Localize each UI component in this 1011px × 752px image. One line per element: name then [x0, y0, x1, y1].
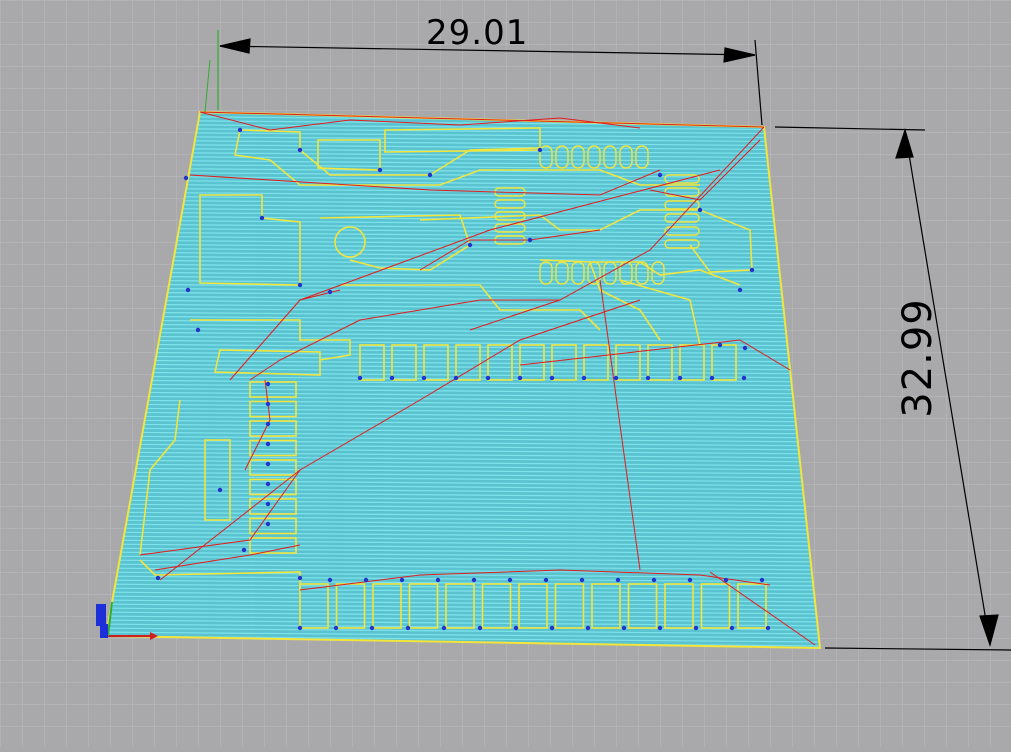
drill-point — [765, 625, 771, 631]
drill-point — [155, 575, 161, 581]
drill-point — [741, 375, 747, 381]
pcb-board — [104, 110, 822, 650]
drill-point — [265, 461, 271, 467]
drill-point — [333, 625, 339, 631]
drill-point — [265, 421, 271, 427]
drill-point — [759, 577, 765, 583]
drill-point — [265, 441, 271, 447]
drill-point — [543, 577, 549, 583]
drill-point — [265, 521, 271, 527]
drill-point — [265, 501, 271, 507]
drill-point — [677, 375, 683, 381]
cam-toolpath-scene — [0, 0, 1011, 747]
drill-point — [697, 207, 703, 213]
drill-point — [517, 375, 523, 381]
drill-point — [657, 172, 663, 178]
drill-point — [477, 625, 483, 631]
drill-point — [723, 577, 729, 583]
drill-point — [687, 577, 693, 583]
drill-point — [265, 481, 271, 487]
drill-point — [549, 625, 555, 631]
drill-point — [537, 147, 543, 153]
drill-point — [621, 625, 627, 631]
drill-point — [217, 487, 223, 493]
drill-point — [327, 289, 333, 295]
width-dimension-label: 29.01 — [426, 13, 529, 53]
drill-point — [513, 625, 519, 631]
drill-point — [717, 342, 723, 348]
drill-point — [265, 401, 271, 407]
drill-point — [742, 345, 748, 351]
drill-point — [657, 625, 663, 631]
drill-point — [471, 577, 477, 583]
drill-point — [709, 375, 715, 381]
drill-point — [467, 242, 473, 248]
drill-point — [363, 577, 369, 583]
drill-point — [297, 282, 303, 288]
drill-point — [183, 175, 189, 181]
drill-point — [259, 215, 265, 221]
drill-point — [441, 625, 447, 631]
drill-point — [581, 375, 587, 381]
drill-point — [357, 375, 363, 381]
drill-point — [435, 577, 441, 583]
drill-point — [185, 287, 191, 293]
drill-point — [237, 127, 243, 133]
drill-point — [453, 375, 459, 381]
3d-viewport[interactable]: 29.01 32.99 — [0, 0, 1011, 747]
drill-point — [729, 625, 735, 631]
drill-point — [737, 287, 743, 293]
drill-point — [327, 577, 333, 583]
drill-point — [485, 375, 491, 381]
drill-point — [613, 375, 619, 381]
drill-point — [645, 375, 651, 381]
drill-point — [297, 625, 303, 631]
drill-point — [297, 575, 303, 581]
drill-point — [527, 237, 533, 243]
height-dimension-label: 32.99 — [894, 298, 941, 418]
drill-point — [693, 625, 699, 631]
drill-point — [427, 172, 433, 178]
drill-point — [195, 327, 201, 333]
drill-point — [265, 381, 271, 387]
drill-point — [421, 375, 427, 381]
drill-point — [389, 375, 395, 381]
drill-point — [405, 625, 411, 631]
drill-point — [579, 577, 585, 583]
drill-point — [549, 375, 555, 381]
drill-point — [651, 577, 657, 583]
drill-point — [749, 267, 755, 273]
drill-point — [377, 167, 383, 173]
drill-point — [241, 547, 247, 553]
drill-point — [399, 577, 405, 583]
drill-point — [297, 147, 303, 153]
drill-point — [615, 577, 621, 583]
drill-point — [585, 625, 591, 631]
drill-point — [369, 625, 375, 631]
drill-point — [507, 577, 513, 583]
